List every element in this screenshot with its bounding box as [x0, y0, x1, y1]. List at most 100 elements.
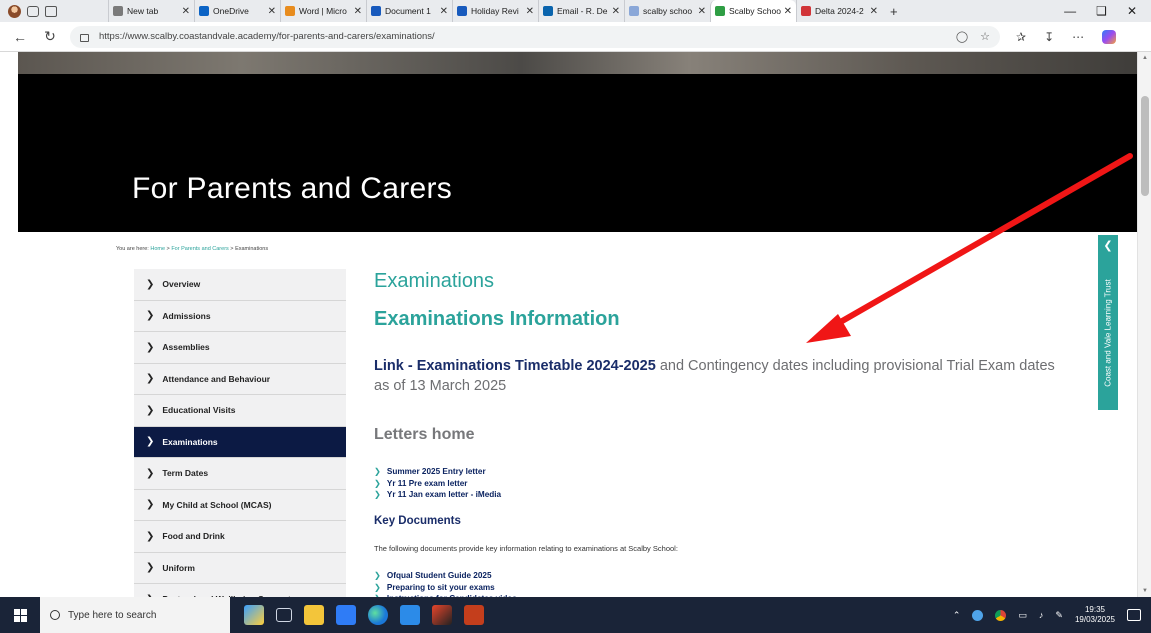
- document-link[interactable]: ❯ Yr 11 Pre exam letter: [374, 478, 501, 490]
- address-bar[interactable]: https://www.scalby.coastandvale.academy/…: [70, 25, 1000, 48]
- battery-icon[interactable]: ▭: [1018, 610, 1027, 621]
- sidebar-item[interactable]: ❯ Uniform: [134, 552, 346, 584]
- key-documents-list: ❯ Ofqual Student Guide 2025 ❯ Preparing to …: [374, 570, 517, 597]
- sidebar-item[interactable]: ❯ Admissions: [134, 300, 346, 332]
- sidebar-item-label: Admissions: [162, 310, 211, 321]
- browser-tab[interactable]: Email - R. De ✕: [538, 0, 624, 22]
- document-link[interactable]: ❯ Ofqual Student Guide 2025: [374, 570, 517, 582]
- taskbar-search[interactable]: Type here to search: [40, 597, 230, 633]
- browser-tab[interactable]: OneDrive ✕: [194, 0, 280, 22]
- reading-mode-icon[interactable]: ◯: [956, 30, 968, 43]
- notifications-icon[interactable]: [1127, 609, 1141, 621]
- store-icon[interactable]: [336, 605, 356, 625]
- breadcrumb-home-link[interactable]: Home: [150, 246, 165, 252]
- favorites-icon[interactable]: ✰: [1016, 30, 1026, 44]
- show-hidden-icons-icon[interactable]: ⌃: [953, 610, 961, 621]
- sidebar-item-label: My Child at School (MCAS): [162, 499, 272, 510]
- sidebar-item[interactable]: ❯ Educational Visits: [134, 395, 346, 427]
- sidebar-item-label: Overview: [162, 279, 201, 290]
- edge-browser-icon[interactable]: [368, 605, 388, 625]
- sidebar-item-label: Attendance and Behaviour: [162, 373, 271, 384]
- scrollbar-thumb[interactable]: [1141, 96, 1149, 196]
- browser-tab[interactable]: Holiday Revi ✕: [452, 0, 538, 22]
- close-window-icon[interactable]: ✕: [1127, 4, 1137, 18]
- minimize-icon[interactable]: —: [1064, 4, 1076, 18]
- trust-side-tab[interactable]: ❮ Coast and Vale Learning Trust: [1098, 235, 1118, 410]
- close-tab-icon[interactable]: ✕: [784, 6, 792, 17]
- tab-title: Document 1: [385, 6, 431, 16]
- sidebar-item[interactable]: ❯ Assemblies: [134, 332, 346, 364]
- volume-icon[interactable]: ♪: [1039, 610, 1044, 620]
- browser-tab[interactable]: Document 1 ✕: [366, 0, 452, 22]
- chevron-right-icon: ❯: [146, 404, 155, 416]
- document-link-label: Preparing to sit your exams: [386, 582, 495, 592]
- sidebar-item[interactable]: ❯ Food and Drink: [134, 521, 346, 553]
- scroll-up-icon[interactable]: ▲: [1138, 52, 1151, 64]
- sidebar-item[interactable]: ❯ Overview: [134, 269, 346, 301]
- chevron-right-icon: ❯: [374, 571, 381, 580]
- document-link[interactable]: ❯ Preparing to sit your exams: [374, 582, 517, 594]
- chrome-icon[interactable]: [995, 609, 1007, 621]
- more-menu-icon[interactable]: ⋯: [1072, 30, 1084, 44]
- network-icon[interactable]: [972, 609, 984, 621]
- browser-tab[interactable]: Word | Micro ✕: [280, 0, 366, 22]
- lock-icon[interactable]: [80, 33, 89, 42]
- browser-tab[interactable]: New tab ✕: [108, 0, 194, 22]
- photos-app-icon[interactable]: [432, 605, 452, 625]
- close-tab-icon[interactable]: ✕: [440, 6, 448, 17]
- tab-title: scalby schoo: [643, 6, 693, 16]
- letters-home-heading: Letters home: [374, 426, 475, 443]
- sidebar-item[interactable]: ❯ My Child at School (MCAS): [134, 489, 346, 521]
- widgets-icon[interactable]: [244, 605, 264, 625]
- profile-avatar-icon[interactable]: [8, 4, 21, 18]
- sidebar-item[interactable]: ❯ Attendance and Behaviour: [134, 363, 346, 395]
- sidebar-item[interactable]: ❯ Examinations: [134, 426, 346, 458]
- browser-tab[interactable]: Scalby Schoo ✕: [710, 0, 796, 22]
- close-tab-icon[interactable]: ✕: [870, 6, 878, 17]
- workspaces-icon[interactable]: [27, 5, 39, 17]
- browser-tab[interactable]: scalby schoo ✕: [624, 0, 710, 22]
- page-scrollbar[interactable]: ▲ ▼: [1137, 52, 1151, 597]
- chevron-left-icon[interactable]: ❮: [1098, 239, 1118, 252]
- file-explorer-icon[interactable]: [304, 605, 324, 625]
- tab-title: New tab: [127, 6, 159, 16]
- chevron-right-icon: ❯: [146, 278, 155, 290]
- sidebar-item[interactable]: ❯ Term Dates: [134, 458, 346, 490]
- timetable-link[interactable]: Link - Examinations Timetable 2024-2025: [374, 358, 656, 374]
- chevron-right-icon: ❯: [146, 499, 155, 511]
- main-content: Examinations Examinations Information Li…: [374, 270, 1074, 597]
- trust-tab-label: Coast and Vale Learning Trust: [1103, 279, 1113, 387]
- tab-actions-icon[interactable]: [45, 5, 57, 17]
- powerpoint-icon[interactable]: [464, 605, 484, 625]
- scroll-down-icon[interactable]: ▼: [1138, 585, 1151, 597]
- close-tab-icon[interactable]: ✕: [354, 6, 362, 17]
- start-button[interactable]: [0, 597, 40, 633]
- restore-icon[interactable]: ❑: [1096, 4, 1107, 18]
- copilot-icon[interactable]: [1102, 29, 1117, 44]
- close-tab-icon[interactable]: ✕: [698, 6, 706, 17]
- chevron-right-icon: ❯: [146, 341, 155, 353]
- new-tab-button[interactable]: +: [882, 4, 906, 19]
- close-tab-icon[interactable]: ✕: [182, 6, 190, 17]
- breadcrumb-parent-link[interactable]: For Parents and Carers: [171, 246, 228, 252]
- document-link[interactable]: ❯ Summer 2025 Entry letter: [374, 466, 501, 478]
- chevron-right-icon: ❯: [146, 436, 155, 448]
- document-link[interactable]: ❯ Yr 11 Jan exam letter - iMedia: [374, 489, 501, 501]
- refresh-icon[interactable]: ↻: [40, 28, 60, 45]
- pen-icon[interactable]: ✎: [1055, 610, 1063, 621]
- mail-icon[interactable]: [400, 605, 420, 625]
- task-view-icon[interactable]: [276, 608, 292, 622]
- close-tab-icon[interactable]: ✕: [612, 6, 620, 17]
- back-arrow-icon[interactable]: ←: [10, 29, 30, 45]
- downloads-icon[interactable]: ↧: [1044, 30, 1054, 44]
- tab-favicon-icon: [543, 6, 553, 16]
- chevron-right-icon: ❯: [146, 373, 155, 385]
- tab-favicon-icon: [199, 6, 209, 16]
- sidebar-item[interactable]: ❯Pastoral and Wellbeing Support: [134, 584, 346, 597]
- chevron-right-icon: ❯: [374, 467, 381, 476]
- browser-tab[interactable]: Delta 2024-2 ✕: [796, 0, 882, 22]
- close-tab-icon[interactable]: ✕: [268, 6, 276, 17]
- favorite-star-icon[interactable]: ☆: [980, 30, 990, 43]
- taskbar-clock[interactable]: 19:35 19/03/2025: [1075, 605, 1115, 625]
- close-tab-icon[interactable]: ✕: [526, 6, 534, 17]
